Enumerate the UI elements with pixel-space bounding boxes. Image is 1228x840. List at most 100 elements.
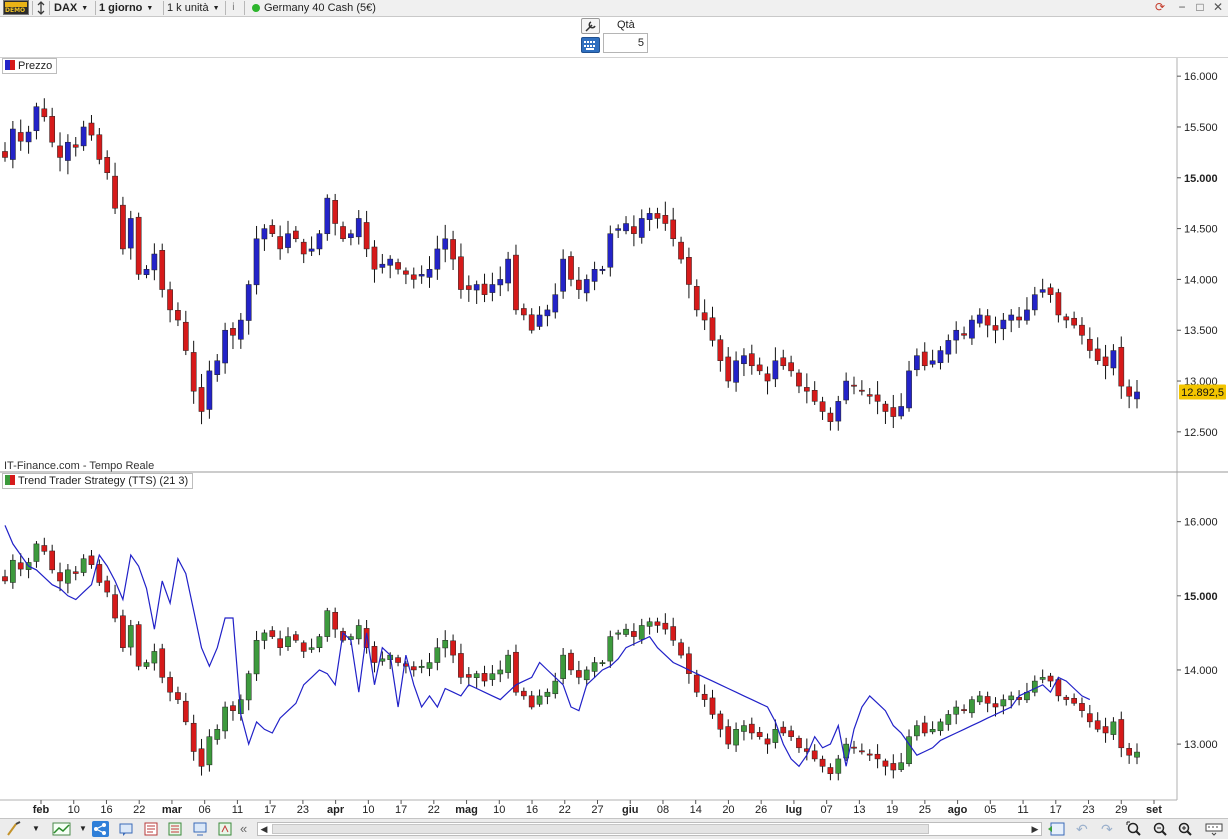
price-candle [631,215,637,247]
x-axis-label: 23 [1082,804,1094,816]
candle-body [969,699,975,714]
tts-candle [678,638,684,659]
report-icon[interactable] [143,821,160,837]
x-axis-label: 19 [886,804,898,816]
price-candle [418,265,425,284]
price-candle [819,396,826,420]
candle-body [906,370,912,409]
maximize-icon[interactable]: □ [1192,0,1208,16]
candle-body [1102,356,1109,367]
price-candle [670,207,677,247]
price-candle [198,373,205,425]
demo-badge: DEMO [3,0,29,15]
tts-candle [1047,672,1054,687]
calendar-icon[interactable] [1047,821,1065,837]
candle-body [678,241,684,260]
tts-candle [615,629,622,640]
candle-body [2,576,8,582]
tts-candle [1008,691,1015,709]
tts-candle [748,717,755,740]
options-icon[interactable] [1204,821,1223,837]
share-icon[interactable] [92,821,109,837]
candle-body [426,268,433,278]
price-candle [921,342,928,371]
price-candle [1071,311,1077,329]
timeframe-selector[interactable]: 1 giorno ▼ [99,0,153,16]
candle-body [733,360,739,383]
candle-body [921,722,928,734]
redo-icon[interactable]: ↷ [1101,821,1118,837]
link-chain-icon[interactable] [35,0,47,16]
info-icon[interactable]: ⅰ [232,0,235,16]
price-chart-title: Prezzo [18,60,53,72]
candle-body [851,746,857,749]
candle-body [1079,324,1085,336]
candle-body [1134,751,1140,758]
tts-candle [371,641,378,673]
symbol-selector[interactable]: DAX ▼ [54,0,88,16]
chevron-down-icon: ▼ [146,5,154,12]
zoom-in-icon[interactable] [1177,821,1194,837]
candle-body [434,647,441,663]
keypad-button[interactable] [581,37,600,53]
price-candle [953,321,960,354]
qty-input[interactable]: 5 [603,33,648,53]
refresh-icon[interactable]: ⟳ [1152,0,1168,16]
x-axis-label: 22 [559,804,571,816]
tts-candle [293,631,299,643]
candle-body [206,736,213,766]
zoom-fit-icon[interactable] [1126,821,1143,837]
candle-body [277,236,283,250]
candle-body [104,580,111,593]
zoom-out-icon[interactable] [1152,821,1169,837]
chevron-down-icon[interactable]: ▼ [32,821,49,837]
price-axis-label: 15.000 [1184,173,1218,185]
tts-candle [686,646,692,684]
tts-candle [780,721,787,736]
price-candle [1024,297,1030,325]
candle-body [835,758,842,774]
indicator-chart-icon[interactable] [52,821,71,837]
candle-body [819,401,826,412]
scrollbar-thumb[interactable] [272,824,929,834]
candle-body [418,274,425,277]
candle-body [741,725,747,732]
tts-candle [198,738,205,776]
tts-candle [528,690,535,710]
candle-body [88,122,95,136]
candle-body [473,284,480,291]
price-candle [473,280,480,304]
units-selector[interactable]: 1 k unità ▼ [167,0,220,16]
close-icon[interactable]: ✕ [1210,0,1226,16]
candle-body [1086,713,1093,723]
candle-body [1024,309,1030,321]
chat-icon[interactable] [118,821,135,837]
trading-icon[interactable] [217,821,234,837]
scroll-right-icon[interactable]: ▶ [1029,823,1041,835]
order-settings-button[interactable] [581,18,600,34]
candle-body [1055,292,1062,316]
price-chart-legend[interactable]: Prezzo [2,58,58,74]
candle-body [41,545,48,552]
scroll-left-icon[interactable]: ◀ [258,823,270,835]
candle-body [167,677,173,693]
tts-candle [300,640,307,659]
monitor-icon[interactable] [192,821,209,837]
indicator-legend[interactable]: Trend Trader Strategy (TTS) (21 3) [2,473,194,489]
candle-body [465,285,472,290]
last-price-value: 12.892,5 [1181,387,1224,399]
undo-icon[interactable]: ↶ [1076,821,1093,837]
price-candle [434,235,441,280]
positions-icon[interactable] [167,821,184,837]
minimize-icon[interactable]: − [1174,0,1190,16]
candle-body [654,621,661,626]
horizontal-scrollbar[interactable]: ◀ ▶ [257,822,1042,836]
candle-body [17,132,24,142]
candle-body [120,615,126,648]
price-candle [269,219,276,237]
candle-body [788,730,794,737]
price-candle [316,230,323,256]
price-candle [497,266,504,297]
collapse-left-icon[interactable]: « [240,821,257,837]
draw-tool-icon[interactable] [6,821,23,837]
